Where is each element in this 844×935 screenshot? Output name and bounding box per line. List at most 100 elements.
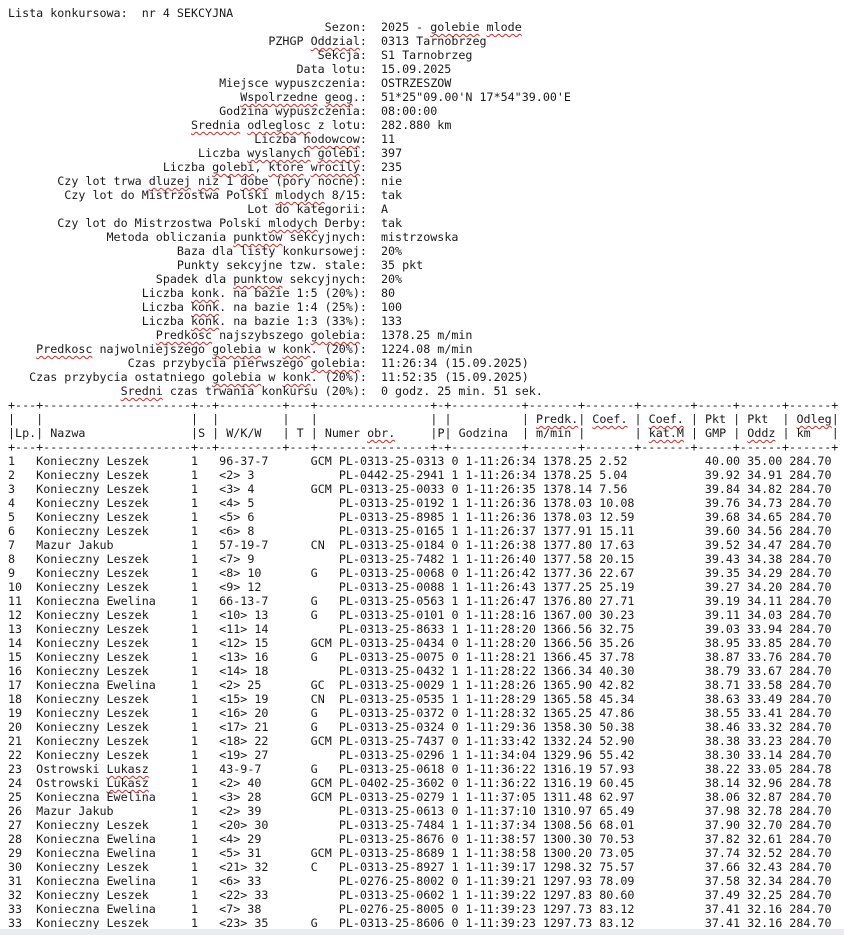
table-row: 1 Konieczny Leszek 1 96-37-7 GCM PL-0313… [8, 454, 839, 468]
meta-line: Predkosc najszybszego golebia: 1378.25 m… [8, 328, 839, 342]
misspelled-word: Wspolrzedne [240, 90, 317, 104]
table-row: 24 Ostrowski Lukasz 1 <2> 40 GCM PL-0402… [8, 776, 839, 790]
table-row: 23 Ostrowski Lukasz 1 43-9-7 G PL-0313-2… [8, 762, 839, 776]
meta-line: Metoda obliczania punktow sekcyjnych: mi… [8, 230, 839, 244]
table-row: 29 Konieczna Ewelina 1 <5> 31 GCM PL-031… [8, 846, 839, 860]
misspelled-word: dobe [240, 174, 268, 188]
table-row: 7 Mazur Jakub 1 57-19-7 CN PL-0313-25-01… [8, 538, 839, 552]
meta-line: Liczba konk. na bazie 1:5 (20%): 80 [8, 286, 839, 300]
misspelled-word: konk [282, 370, 310, 384]
meta-line: Liczba wyslanych golebi: 397 [8, 146, 839, 160]
table-row: 14 Konieczny Leszek 1 <12> 15 GCM PL-031… [8, 636, 839, 650]
meta-line: Sekcja: S1 Tarnobrzeg [8, 48, 839, 62]
table-row: 12 Konieczny Leszek 1 <10> 13 G PL-0313-… [8, 608, 839, 622]
table-row: 31 Konieczna Ewelina 1 <6> 33 PL-0276-25… [8, 874, 839, 888]
meta-line: Czas przybycia pierwszego golebia: 11:26… [8, 356, 839, 370]
misspelled-word: konk [191, 286, 219, 300]
meta-line: Czas przybycia ostatniego golebia w konk… [8, 370, 839, 384]
meta-line: Sezon: 2025 - golebie mlode [8, 20, 839, 34]
misspelled-word: dluzej [149, 174, 191, 188]
meta-line: Punkty sekcyjne tzw. stale: 35 pkt [8, 258, 839, 272]
meta-line: Baza dla listy konkursowej: 20% [8, 244, 839, 258]
meta-line: Czy lot trwa dluzej niz 1 dobe (pory noc… [8, 174, 839, 188]
table-border: +---+---------------------+--+---------+… [8, 440, 839, 454]
report-title: Lista konkursowa: nr 4 SEKCYJNA [8, 6, 839, 20]
misspelled-word: mlode [487, 20, 522, 34]
table-row: 17 Konieczna Ewelina 1 <2> 25 GC PL-0313… [8, 678, 839, 692]
misspelled-word: punktow [233, 230, 282, 244]
window-bottom-strip [0, 929, 844, 935]
table-row: 32 Konieczny Leszek 1 <22> 33 PL-0313-25… [8, 888, 839, 902]
table-row: 8 Konieczny Leszek 1 <7> 9 PL-0313-25-74… [8, 552, 839, 566]
table-row: 21 Konieczny Leszek 1 <18> 22 GCM PL-031… [8, 734, 839, 748]
meta-line: Spadek dla punktow sekcyjnych: 20% [8, 272, 839, 286]
misspelled-word: niz [198, 174, 219, 188]
table-row: 15 Konieczny Leszek 1 <13> 16 G PL-0313-… [8, 650, 839, 664]
meta-line: Miejsce wypuszczenia: OSTRZESZOW [8, 76, 839, 90]
table-row: 19 Konieczny Leszek 1 <16> 20 G PL-0313-… [8, 706, 839, 720]
table-row: 11 Konieczna Ewelina 1 66-13-7 G PL-0313… [8, 594, 839, 608]
misspelled-word: Srednia [191, 118, 240, 132]
table-row: 4 Konieczny Leszek 1 <4> 5 PL-0313-25-01… [8, 496, 839, 510]
misspelled-word: Coef. [592, 412, 627, 426]
misspelled-word: mlodych [275, 188, 324, 202]
misspelled-word: mlodych [268, 216, 317, 230]
table-row: 16 Konieczny Leszek 1 <14> 18 PL-0313-25… [8, 664, 839, 678]
misspelled-word: Predkosc [36, 342, 92, 356]
table-row: 9 Konieczny Leszek 1 <8> 10 G PL-0313-25… [8, 566, 839, 580]
table-row: 3 Konieczny Leszek 1 <3> 4 GCM PL-0313-2… [8, 482, 839, 496]
meta-line: Godzina wypuszczenia: 08:00:00 [8, 104, 839, 118]
misspelled-word: odleglosc [247, 118, 310, 132]
meta-line: Srednia odleglosc z lotu: 282.880 km [8, 118, 839, 132]
misspelled-word: golebia [311, 356, 360, 370]
meta-line: Lot do kategorii: A [8, 202, 839, 216]
table-row: 33 Konieczna Ewelina 1 <7> 38 PL-0276-25… [8, 902, 839, 916]
misspelled-word: konk [191, 314, 219, 328]
misspelled-word: Sredni [121, 384, 163, 398]
misspelled-word: golebie [430, 20, 479, 34]
table-row: 22 Konieczny Leszek 1 <19> 27 PL-0313-25… [8, 748, 839, 762]
table-border: +---+---------------------+--+---------+… [8, 398, 839, 412]
misspelled-word: wyslanych [247, 146, 310, 160]
meta-line: Predkosc najwolniejszego golebia w konk.… [8, 342, 839, 356]
meta-line: Czy lot do Mistrzostwa Polski mlodych 8/… [8, 188, 839, 202]
misspelled-word: Oddz [747, 426, 775, 440]
misspelled-word: Predk. [536, 412, 578, 426]
misspelled-word: konk [282, 342, 310, 356]
table-row: 26 Mazur Jakub 1 <2> 39 PL-0313-25-0613 … [8, 804, 839, 818]
misspelled-word: Odleg [797, 412, 832, 426]
misspelled-word: wrocily [311, 160, 360, 174]
misspelled-word: golebi [212, 160, 254, 174]
misspelled-word: Oddzial [311, 34, 360, 48]
table-row: 20 Konieczny Leszek 1 <17> 21 G PL-0313-… [8, 720, 839, 734]
table-row: 6 Konieczny Leszek 1 <6> 8 PL-0313-25-01… [8, 524, 839, 538]
misspelled-word: kat.M [649, 426, 684, 440]
meta-line: Liczba golebi, ktore wrocily: 235 [8, 160, 839, 174]
misspelled-word: Coef. [649, 412, 684, 426]
table-header-row: | | | | | | | | | Predk.| Coef. | Coef. … [8, 412, 839, 426]
misspelled-word: golebia [212, 370, 261, 384]
misspelled-word: punktow [233, 272, 282, 286]
misspelled-word: Lukasz [107, 776, 149, 790]
table-row: 2 Konieczny Leszek 1 <2> 3 PL-0442-25-29… [8, 468, 839, 482]
meta-line: Wspolrzedne geog.: 51*25"09.00'N 17*54"3… [8, 90, 839, 104]
meta-line: Liczba konk. na bazie 1:3 (33%): 133 [8, 314, 839, 328]
misspelled-word: golebia [212, 342, 261, 356]
misspelled-word: hodowcow [304, 132, 360, 146]
table-row: 28 Konieczna Ewelina 1 <4> 29 PL-0313-25… [8, 832, 839, 846]
misspelled-word: golebi [318, 146, 360, 160]
table-row: 25 Konieczna Ewelina 1 <3> 28 GCM PL-031… [8, 790, 839, 804]
misspelled-word: konk [191, 300, 219, 314]
meta-line: Sredni czas trwania konkursu (20%): 0 go… [8, 384, 839, 398]
table-row: 13 Konieczny Leszek 1 <11> 14 PL-0313-25… [8, 622, 839, 636]
report-title-label: Lista konkursowa: [8, 6, 128, 20]
misspelled-word: ktore [268, 160, 303, 174]
table-row: 30 Konieczny Leszek 1 <21> 32 C PL-0313-… [8, 860, 839, 874]
meta-line: Czy lot do Mistrzostwa Polski mlodych De… [8, 216, 839, 230]
misspelled-word: geog [325, 90, 353, 104]
meta-line: Data lotu: 15.09.2025 [8, 62, 839, 76]
meta-line: Liczba konk. na bazie 1:4 (25%): 100 [8, 300, 839, 314]
table-row: 18 Konieczny Leszek 1 <15> 19 CN PL-0313… [8, 692, 839, 706]
table-row: 27 Konieczny Leszek 1 <20> 30 PL-0313-25… [8, 818, 839, 832]
meta-line: PZHGP Oddzial: 0313 Tarnobrzeg [8, 34, 839, 48]
